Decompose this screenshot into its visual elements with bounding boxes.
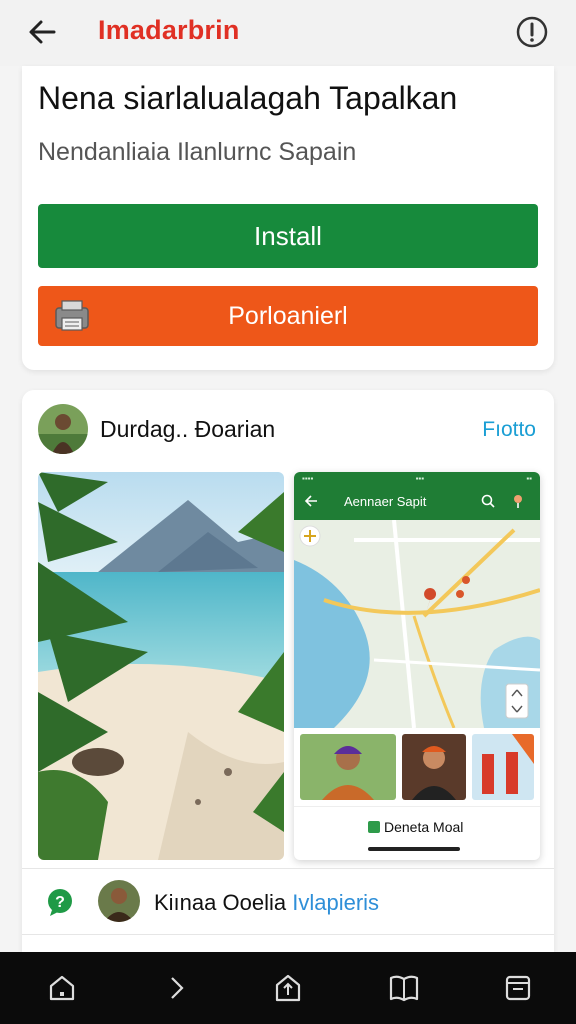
app-small-icon [368, 821, 380, 833]
book-icon [389, 975, 419, 1002]
avatar[interactable] [38, 404, 88, 454]
screenshot-footer-label: Deneta Moal [384, 819, 464, 835]
post-author-name[interactable]: Durdag.. Ðoarian [100, 416, 275, 443]
post-card: Durdag.. Ðoarian Fıotto ▪▪▪▪ ▪▪▪ ▪▪ Aenn… [22, 390, 554, 952]
search-icon [481, 494, 495, 508]
page-subtitle: Nendanliaia Ilanlurnc Sapain [38, 138, 357, 166]
back-button[interactable] [22, 12, 62, 52]
commenter-avatar[interactable] [98, 880, 140, 922]
screenshot-app-bar: Aennaer Sapit [294, 484, 540, 520]
status-bar: ▪▪▪▪ ▪▪▪ ▪▪ [294, 472, 540, 484]
commenter-name[interactable]: Kiınaa Ooelia [154, 890, 286, 915]
share-icon [275, 974, 301, 1002]
install-button[interactable]: Install [38, 204, 538, 268]
beach-photo[interactable] [38, 472, 284, 860]
printer-icon [55, 300, 89, 331]
divider [22, 868, 554, 869]
window-icon [505, 975, 531, 1001]
map-view [294, 520, 540, 728]
bottom-navigation-bar [0, 952, 576, 1024]
thumbnail-2 [402, 734, 466, 800]
home-indicator [368, 847, 460, 851]
follow-link[interactable]: Fıotto [482, 418, 536, 442]
app-header-card: Nena siarlalualagah Tapalkan Nendanliaia… [22, 66, 554, 370]
comment-bubble-icon[interactable]: ? [44, 886, 76, 918]
comment-text: Kiınaa Ooelia Ivlapieris [154, 890, 379, 916]
nav-home-button[interactable] [44, 970, 80, 1006]
secondary-action-label: Porloanierl [228, 301, 348, 330]
arrow-left-icon [29, 20, 56, 44]
page-title: Nena siarlalualagah Tapalkan [38, 80, 458, 116]
info-circle-icon [516, 16, 548, 48]
thumbnail-3 [472, 734, 534, 800]
nav-library-button[interactable] [386, 970, 422, 1006]
screenshot-title: Aennaer Sapit [344, 494, 427, 509]
comment-highlight[interactable]: Ivlapieris [292, 890, 379, 915]
screenshot-footer: Deneta Moal [294, 806, 540, 860]
home-icon [49, 975, 75, 1001]
arrow-left-icon [304, 495, 317, 507]
app-title: Imadarbrin [98, 15, 240, 45]
mic-icon [514, 495, 522, 508]
app-screenshot[interactable]: ▪▪▪▪ ▪▪▪ ▪▪ Aennaer Sapit Deneta Moal [294, 472, 540, 860]
svg-text:?: ? [55, 894, 65, 911]
chevron-right-icon [171, 977, 184, 999]
divider [22, 934, 554, 935]
nav-share-button[interactable] [270, 970, 306, 1006]
screenshot-thumbnails [294, 728, 540, 806]
nav-forward-button[interactable] [158, 970, 194, 1006]
install-button-label: Install [254, 220, 322, 251]
thumbnail-1 [300, 734, 396, 800]
top-app-bar: Imadarbrin [0, 0, 576, 66]
info-button[interactable] [512, 12, 552, 52]
secondary-action-button[interactable]: Porloanierl [38, 286, 538, 346]
nav-tabs-button[interactable] [500, 970, 536, 1006]
